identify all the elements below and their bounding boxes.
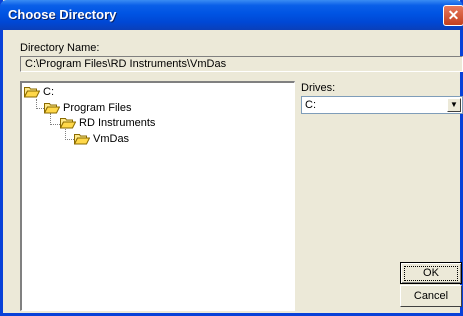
cancel-button-label: Cancel [413, 290, 449, 302]
open-folder-icon [60, 117, 76, 129]
drives-dropdown[interactable]: C: ▼ [301, 96, 463, 114]
open-folder-icon [74, 133, 90, 145]
close-icon: ✕ [447, 7, 460, 23]
tree-connector [50, 124, 60, 125]
tree-node-label: Program Files [63, 102, 132, 114]
directory-name-label: Directory Name: [20, 42, 100, 54]
choose-directory-dialog: Choose Directory ✕ Directory Name: C:\Pr… [0, 0, 463, 316]
open-folder-icon [24, 86, 40, 98]
tree-node-label: VmDas [93, 133, 130, 145]
tree-node-drive[interactable]: C: [24, 84, 54, 100]
tree-node-label: C: [43, 86, 54, 98]
tree-node-vmdas[interactable]: VmDas [74, 131, 129, 147]
ok-button[interactable]: OK [400, 262, 462, 284]
tree-connector [36, 108, 44, 109]
cancel-button[interactable]: Cancel [400, 285, 462, 307]
window-title: Choose Directory [8, 7, 117, 22]
ok-button-label: OK [404, 266, 458, 281]
directory-tree[interactable]: C: Program Files RD Instruments VmDas [20, 81, 295, 311]
chevron-down-icon: ▼ [450, 100, 458, 109]
title-bar[interactable]: Choose Directory ✕ [0, 0, 463, 30]
drives-label: Drives: [301, 82, 336, 94]
tree-node-label: RD Instruments [79, 117, 156, 129]
tree-node-program-files[interactable]: Program Files [44, 100, 131, 116]
tree-connector [65, 139, 74, 140]
dropdown-arrow-button[interactable]: ▼ [447, 98, 461, 112]
drives-selected-value: C: [305, 99, 316, 111]
open-folder-icon [44, 102, 60, 114]
close-button[interactable]: ✕ [443, 5, 463, 26]
directory-path-field: C:\Program Files\RD Instruments\VmDas [20, 56, 463, 72]
tree-node-rd-instruments[interactable]: RD Instruments [60, 115, 155, 131]
